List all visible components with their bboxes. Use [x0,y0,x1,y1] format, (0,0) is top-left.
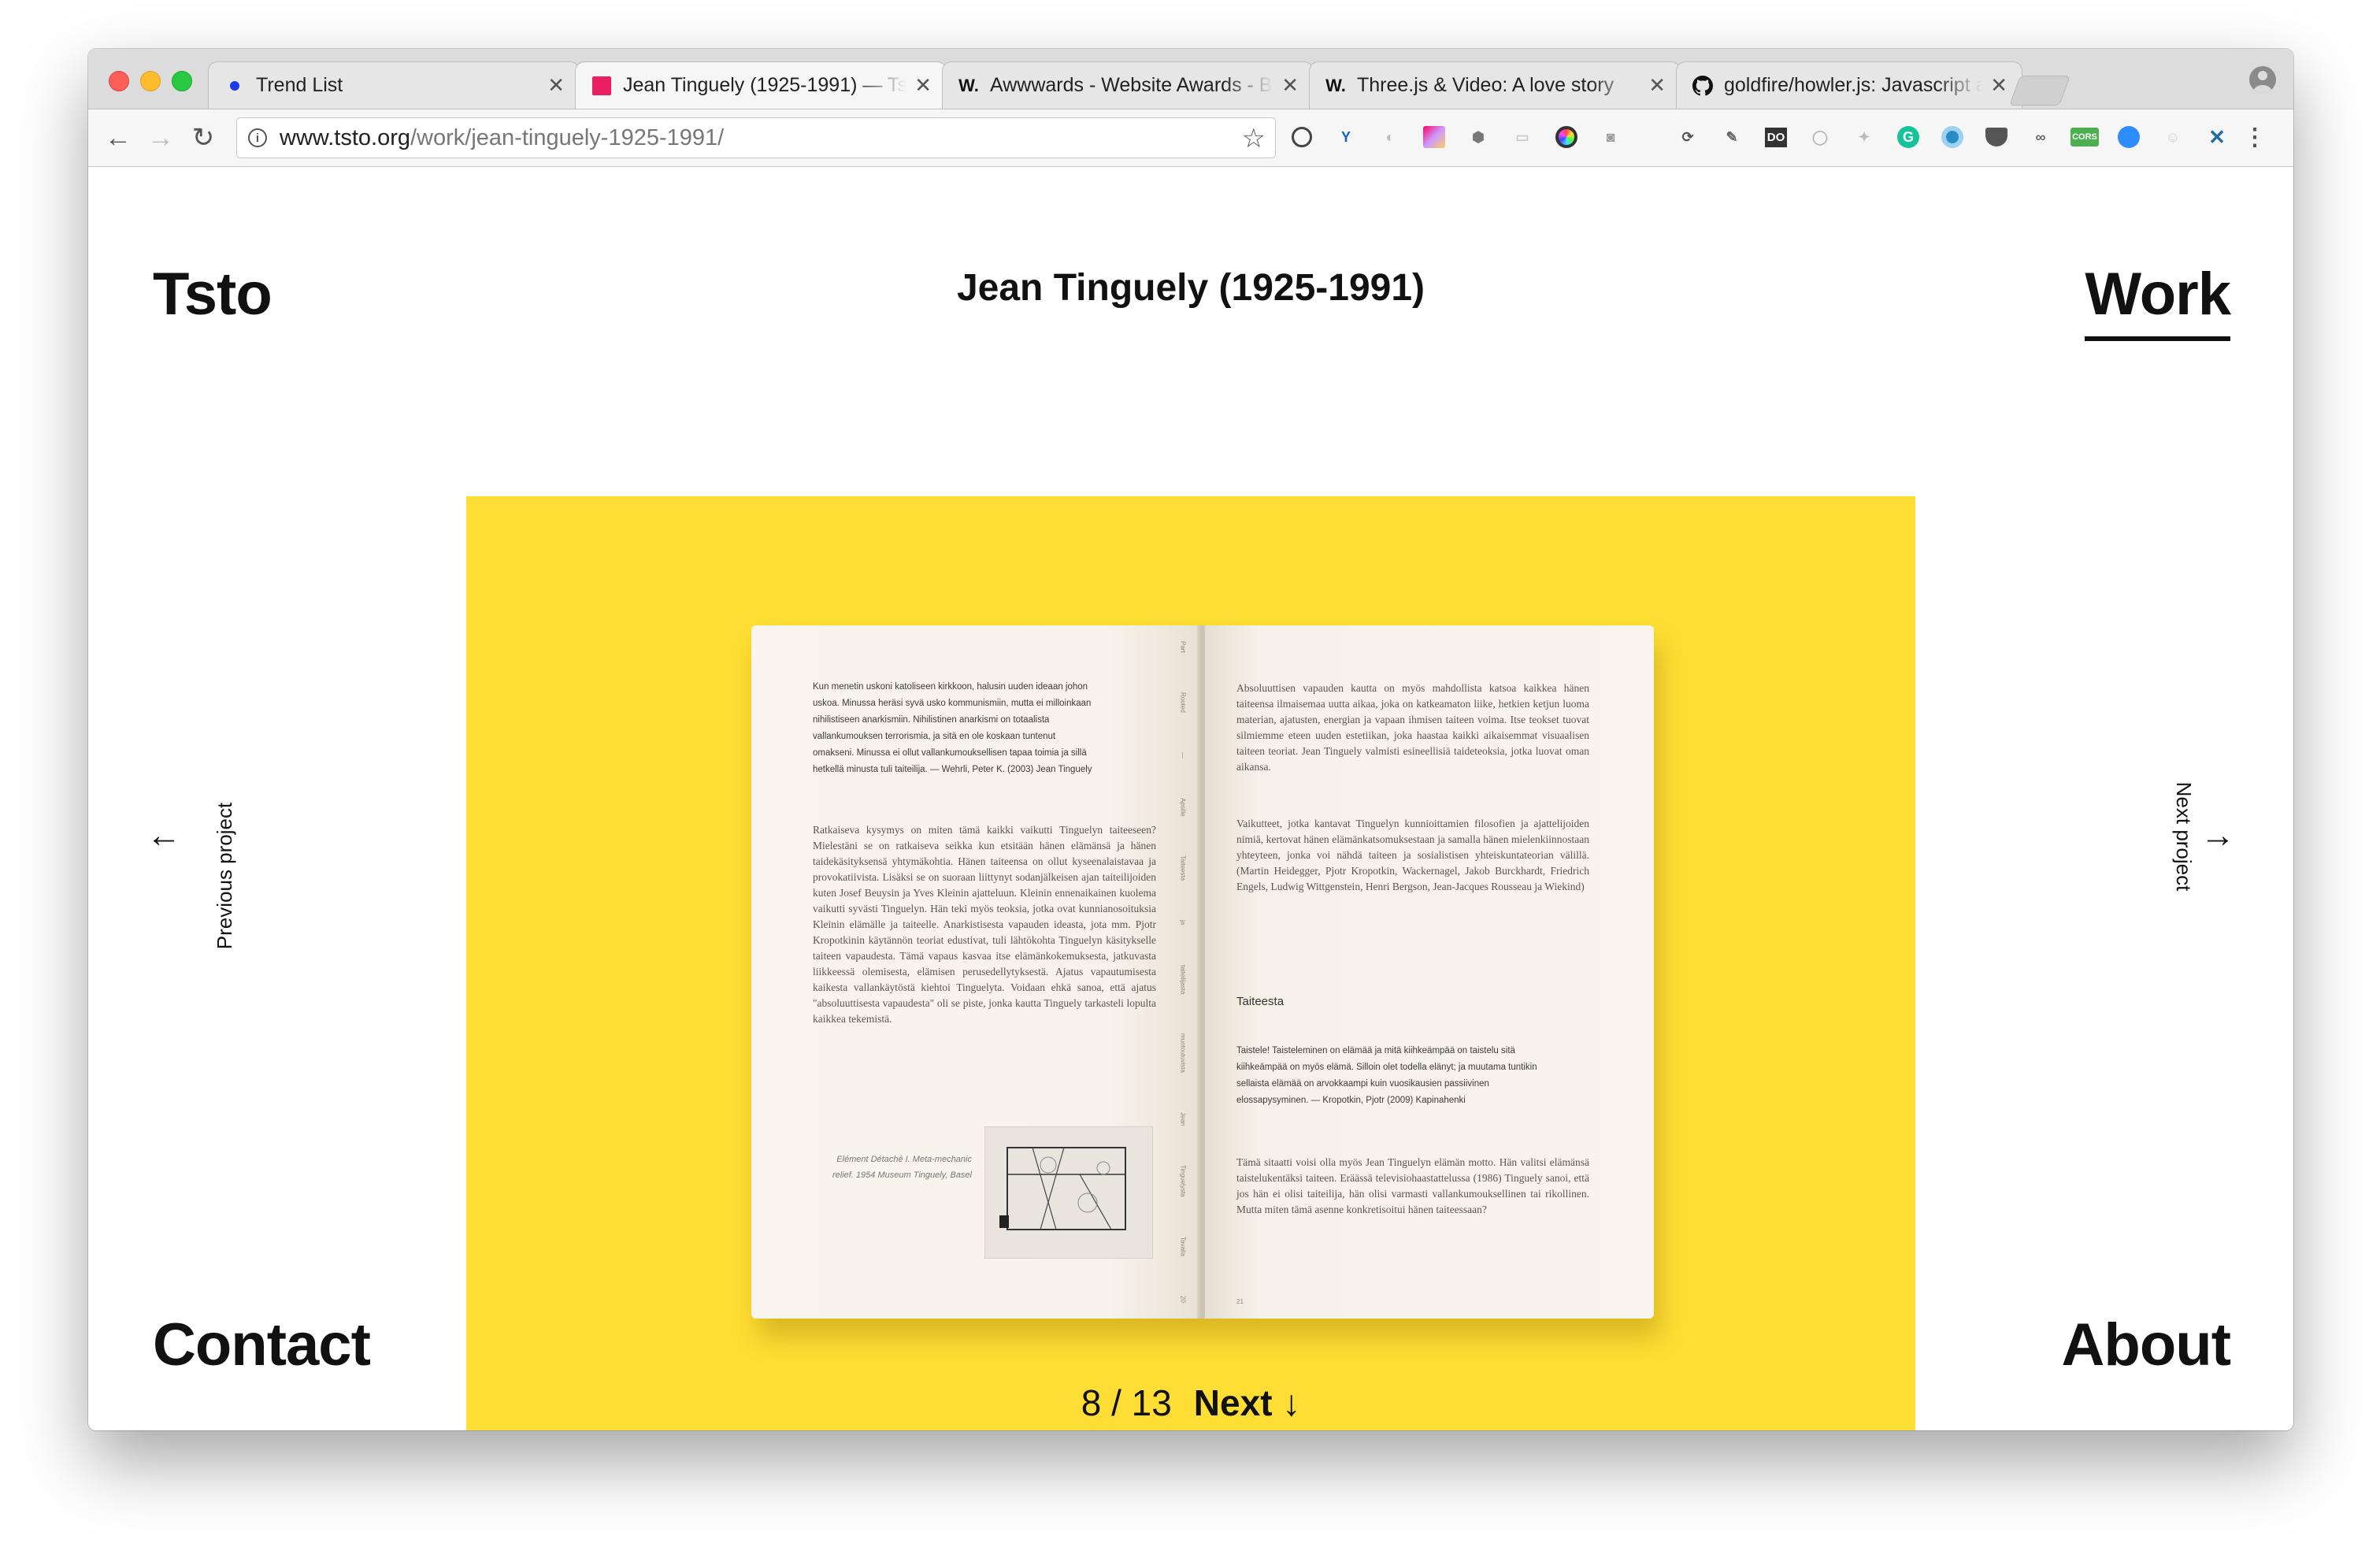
page-body-text: Vaikutteet, jotka kantavat Tinguelyn kun… [1236,818,1589,892]
previous-project-link[interactable]: Previous project [213,803,237,949]
cast-icon[interactable]: ▭ [1509,124,1536,150]
person-icon[interactable]: ☺ [2159,124,2186,150]
tab-trend-list[interactable]: Trend List ✕ [208,61,580,109]
close-tab-icon[interactable]: ✕ [547,73,565,98]
github-icon [1692,75,1713,96]
y-icon[interactable]: Y [1333,124,1359,150]
tab-awwwards[interactable]: W. Awwwards - Website Awards - Best Web … [942,61,1314,109]
next-slide-button[interactable]: Next ↓ [1194,1382,1300,1424]
adblock-icon[interactable]: ⬢ [1465,124,1492,150]
moon-icon[interactable]: ◐ [1377,124,1403,150]
tsto-logo-icon [591,76,612,96]
arrow-left-icon: ← [105,122,132,153]
web-page: Tsto Jean Tinguely (1925-1991) Work ← Pr… [88,167,2293,1430]
gradient-icon[interactable] [1421,124,1448,150]
1password-icon[interactable] [1288,124,1315,150]
extensions-bar: Y ◐ ⬢ ▭ ◙ ⟳ ✎ DO ◯ ✦ G ∞ CORS ☺ ✕ ⋮ [1288,124,2273,152]
pocket-icon[interactable] [1983,124,2010,150]
side-index: Part Rooted — Apsille Taiteesta ja taite… [1179,641,1187,1303]
camera-icon[interactable]: ◙ [1597,124,1624,150]
open-book-photo: Kun menetin uskoni katoliseen kirkkoon, … [751,625,1660,1337]
close-window-button[interactable] [109,71,129,91]
page-heading: Taiteesta [1236,995,1285,1008]
close-tab-icon[interactable]: ✕ [914,73,932,98]
eye-icon[interactable] [1939,124,1966,150]
tab-title: Jean Tinguely (1925-1991) — Tsto [623,74,907,96]
browser-toolbar: ← → ↻ i www.tsto.org/work/jean-tinguely-… [88,109,2293,167]
back-button[interactable]: ← [101,121,135,155]
bookmark-star-icon[interactable]: ☆ [1242,123,1266,154]
tab-title: Trend List [256,74,343,96]
new-tab-button[interactable] [2009,76,2070,106]
tab-threejs-video[interactable]: W. Three.js & Video: A love story ✕ [1309,61,1681,109]
slide-counter: 8 / 13 Next ↓ [1081,1382,1301,1424]
url-text: www.tsto.org/work/jean-tinguely-1925-199… [280,124,725,150]
address-bar[interactable]: i www.tsto.org/work/jean-tinguely-1925-1… [236,117,1276,158]
circle-icon[interactable]: ◯ [1807,124,1833,150]
profile-icon[interactable] [2249,66,2276,93]
grammarly-icon[interactable]: G [1895,124,1922,150]
minimize-window-button[interactable] [140,71,161,91]
nav-work-link[interactable]: Work [2085,260,2231,341]
figure-caption: Elément Détaché I. Meta-mechanic relief.… [832,1155,972,1180]
tab-title: Three.js & Video: A love story [1357,74,1614,96]
nav-about-link[interactable]: About [2062,1311,2231,1379]
close-x-icon[interactable]: ✕ [2204,124,2230,150]
feather-icon[interactable]: ✎ [1718,124,1745,150]
link-icon[interactable]: ∞ [2027,124,2054,150]
cors-icon[interactable]: CORS [2070,124,2099,150]
reload-button[interactable]: ↻ [186,121,221,155]
tab-jean-tinguely[interactable]: Jean Tinguely (1925-1991) — Tsto ✕ [575,61,947,109]
page-body-text: Absoluuttisen vapauden kautta on myös ma… [1236,682,1589,773]
previous-project-arrow-icon[interactable]: ← [146,816,181,855]
tab-title: Awwwards - Website Awards - Best Web Des… [990,74,1273,96]
page-body-text: Tämä sitaatti voisi olla myös Jean Tingu… [1236,1156,1589,1215]
page-quote: Kun menetin uskoni katoliseen kirkkoon, … [813,682,1092,774]
tab-howler[interactable]: goldfire/howler.js: Javascript audio lib… [1676,61,2022,109]
tab-strip: Trend List ✕ Jean Tinguely (1925-1991) —… [88,49,2293,109]
book-page-left: Kun menetin uskoni katoliseen kirkkoon, … [751,625,1200,1319]
blue-dot-icon [224,76,245,96]
info-icon[interactable]: i [248,128,267,147]
do-icon[interactable]: DO [1763,124,1789,150]
page-quote: Taistele! Taisteleminen on elämää ja mit… [1236,1046,1537,1105]
fullscreen-window-button[interactable] [172,71,192,91]
browser-window: Trend List ✕ Jean Tinguely (1925-1991) —… [88,49,2293,1430]
next-project-link[interactable]: Next project [2171,782,2196,892]
site-logo[interactable]: Tsto [153,260,272,328]
close-tab-icon[interactable]: ✕ [1281,73,1299,98]
artwork-figure [984,1126,1153,1259]
awwwards-w-icon: W. [1325,75,1346,95]
project-image: Kun menetin uskoni katoliseen kirkkoon, … [466,496,1915,1430]
sync-icon[interactable]: ⟳ [1674,124,1701,150]
awwwards-w-icon: W. [958,75,979,95]
reload-icon: ↻ [191,123,215,153]
close-tab-icon[interactable]: ✕ [1648,73,1666,98]
color-picker-icon[interactable] [1553,124,1580,150]
bird-icon[interactable]: ✦ [1851,124,1878,150]
forward-button[interactable]: → [143,121,178,155]
tab-title: goldfire/howler.js: Javascript audio lib… [1724,74,1983,96]
nav-contact-link[interactable]: Contact [153,1311,371,1379]
camera-video-icon[interactable] [2115,124,2142,150]
next-project-arrow-icon[interactable]: → [2200,816,2235,855]
slide-index: 8 / 13 [1081,1382,1172,1423]
close-tab-icon[interactable]: ✕ [1990,73,2007,98]
arrow-right-icon: → [147,122,174,153]
more-icon[interactable]: ⋮ [2241,124,2268,150]
page-number: 21 [1236,1298,1244,1305]
project-title: Jean Tinguely (1925-1991) [956,267,1425,309]
page-body-text: Ratkaiseva kysymys on miten tämä kaikki … [813,824,1156,1025]
book-page-right: Absoluuttisen vapauden kautta on myös ma… [1205,625,1654,1319]
